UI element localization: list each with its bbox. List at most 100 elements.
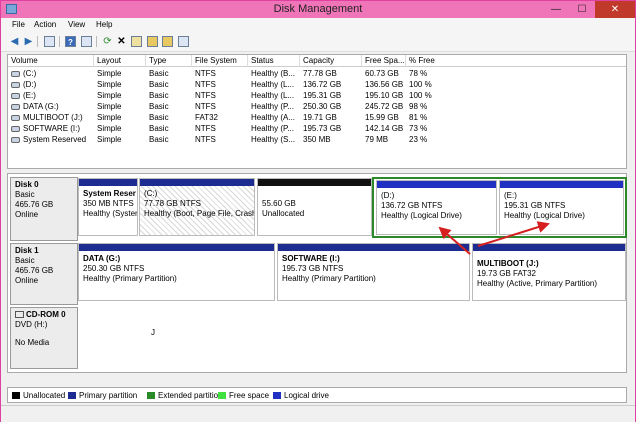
list-icon[interactable] [81,36,92,47]
cell-file-system: NTFS [195,135,216,144]
maximize-button[interactable]: ☐ [569,1,595,18]
cdrom-info[interactable]: CD-ROM 0 DVD (H:) No Media [10,307,78,369]
table-row[interactable]: MULTIBOOT (J:) Simple Basic FAT32 Health… [8,112,626,123]
toolbar-separator [37,36,38,47]
table-row[interactable]: (D:) Simple Basic NTFS Healthy (L... 136… [8,79,626,90]
menu-action[interactable]: Action [34,20,56,29]
cell-layout: Simple [97,124,122,133]
volume-name: (E:) [23,91,36,100]
toolbar: ◀ ▶ ? ⟳ ✕ [1,33,635,52]
properties-icon[interactable] [131,36,142,47]
cell-type: Basic [149,69,169,78]
drive-icon [11,81,20,88]
partition-system-reserved[interactable]: System Reser 350 MB NTFS Healthy (Syster [78,178,138,236]
partition-i[interactable]: SOFTWARE (I:) 195.73 GB NTFS Healthy (Pr… [277,243,470,301]
cell-percent-free: 100 % [409,80,432,89]
cell-status: Healthy (P... [251,124,294,133]
partition-status: Healthy (Primary Partition) [83,274,177,283]
table-row[interactable]: System Reserved Simple Basic NTFS Health… [8,134,626,145]
cell-file-system: NTFS [195,102,216,111]
volume-name: System Reserved [23,135,87,144]
partition-bar [258,179,371,186]
partition-size: 55.60 GB [262,199,296,208]
volume-name: (C:) [23,69,37,78]
explore-icon[interactable] [162,36,173,47]
table-row[interactable]: SOFTWARE (I:) Simple Basic NTFS Healthy … [8,123,626,134]
open-icon[interactable] [147,36,158,47]
partition-e[interactable]: (E:) 195.31 GB NTFS Healthy (Logical Dri… [499,180,624,235]
partition-size: 195.31 GB NTFS [504,201,566,210]
cell-type: Basic [149,113,169,122]
col-header-percent-free[interactable]: % Free [406,55,626,67]
cell-capacity: 195.73 GB [303,124,342,133]
back-icon[interactable]: ◀ [9,36,20,47]
settings-icon[interactable] [178,36,189,47]
delete-icon[interactable]: ✕ [116,36,127,47]
legend-swatch [218,392,226,399]
console-tree-icon[interactable] [44,36,55,47]
cell-capacity: 136.72 GB [303,80,342,89]
cell-volume: System Reserved [8,134,94,145]
window-title: Disk Management [273,3,363,15]
partition-c[interactable]: (C:) 77.78 GB NTFS Healthy (Boot, Page F… [139,178,255,236]
menu-help[interactable]: Help [96,20,112,29]
partition-size: 195.73 GB NTFS [282,264,344,273]
col-header-file-system[interactable]: File System [192,55,248,67]
disk0-info[interactable]: Disk 0 Basic 465.76 GB Online [10,177,78,241]
refresh-icon[interactable]: ⟳ [102,36,113,47]
forward-icon[interactable]: ▶ [23,36,34,47]
close-button[interactable]: ✕ [595,1,635,18]
partition-text: DATA (G:) 250.30 GB NTFS Healthy (Primar… [79,251,274,287]
partition-unallocated[interactable]: 55.60 GB Unallocated [257,178,372,236]
cell-type: Basic [149,102,169,111]
volume-name: DATA (G:) [23,102,59,111]
table-row[interactable]: (E:) Simple Basic NTFS Healthy (L... 195… [8,90,626,101]
partition-name: MULTIBOOT (J:) [477,259,539,268]
cell-layout: Simple [97,91,122,100]
title-bar[interactable]: Disk Management — ☐ ✕ [1,1,635,18]
disk1-type: Basic [15,256,35,265]
cell-free-space: 136.56 GB [365,80,404,89]
legend: Unallocated Primary partition Extended p… [7,387,627,403]
col-header-free-space[interactable]: Free Spa... [362,55,406,67]
cell-capacity: 19.71 GB [303,113,337,122]
toolbar-separator [59,36,60,47]
cell-layout: Simple [97,113,122,122]
table-row[interactable]: (C:) Simple Basic NTFS Healthy (B... 77.… [8,68,626,79]
disk-management-window: Disk Management — ☐ ✕ File Action View H… [0,0,636,422]
menu-view[interactable]: View [68,20,85,29]
partition-text: SOFTWARE (I:) 195.73 GB NTFS Healthy (Pr… [278,251,469,287]
col-header-capacity[interactable]: Capacity [300,55,362,67]
disk1-size: 465.76 GB [15,266,54,275]
cell-free-space: 142.14 GB [365,124,404,133]
legend-free-space: Free space [218,391,269,400]
partition-d[interactable]: (D:) 136.72 GB NTFS Healthy (Logical Dri… [376,180,497,235]
partition-g[interactable]: DATA (G:) 250.30 GB NTFS Healthy (Primar… [78,243,275,301]
partition-text: MULTIBOOT (J:) 19.73 GB FAT32 Healthy (A… [473,251,625,292]
cell-volume: (D:) [8,79,94,90]
table-row[interactable]: DATA (G:) Simple Basic NTFS Healthy (P..… [8,101,626,112]
drive-icon [11,114,20,121]
col-header-type[interactable]: Type [146,55,192,67]
disk1-info[interactable]: Disk 1 Basic 465.76 GB Online [10,243,78,305]
drive-icon [11,92,20,99]
col-header-volume[interactable]: Volume [8,55,94,67]
cell-type: Basic [149,80,169,89]
legend-swatch [273,392,281,399]
cell-percent-free: 98 % [409,102,428,111]
col-header-layout[interactable]: Layout [94,55,146,67]
menu-file[interactable]: File [12,20,25,29]
partition-j[interactable]: MULTIBOOT (J:) 19.73 GB FAT32 Healthy (A… [472,243,626,301]
partition-status: Healthy (Logical Drive) [504,211,585,220]
cell-status: Healthy (B... [251,69,296,78]
minimize-button[interactable]: — [543,1,569,18]
partition-name: DATA (G:) [83,254,121,263]
drive-icon [11,70,20,77]
legend-swatch [12,392,20,399]
legend-extended-partition: Extended partition [147,391,223,400]
help-icon[interactable]: ? [65,36,76,47]
cdrom-name-row: CD-ROM 0 [15,310,73,320]
cell-file-system: NTFS [195,124,216,133]
partition-name: System Reser [83,189,136,198]
col-header-status[interactable]: Status [248,55,300,67]
